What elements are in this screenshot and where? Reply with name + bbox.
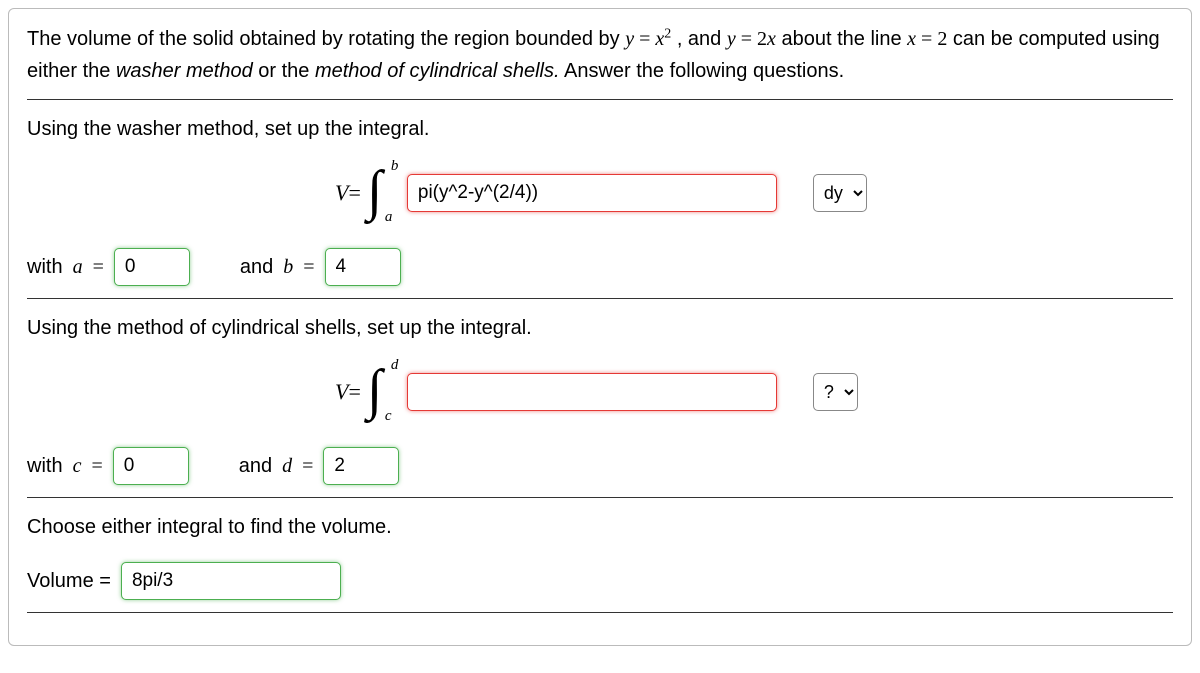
text: Answer the following questions. (564, 60, 844, 82)
limit-d-input[interactable] (323, 447, 399, 485)
equals: = (348, 180, 360, 206)
math-var: x (767, 28, 776, 50)
shells-differential-select[interactable]: ? (813, 373, 858, 411)
math-op: = (916, 28, 937, 50)
text: , and (677, 28, 727, 50)
limit-b-input[interactable] (325, 248, 401, 286)
problem-statement: The volume of the solid obtained by rota… (27, 23, 1173, 87)
lower-limit: a (385, 209, 393, 226)
volume-label: Volume = (27, 570, 111, 593)
math-op: = (736, 28, 757, 50)
limit-c-input[interactable] (113, 447, 189, 485)
method-shells-label: method of cylindrical shells. (315, 60, 560, 82)
text: with (27, 256, 63, 279)
equals: = (91, 455, 102, 478)
integral-symbol: ∫ b a (367, 164, 395, 222)
shells-integral-row: V = ∫ d c ? (27, 363, 1173, 421)
shells-heading: Using the method of cylindrical shells, … (27, 313, 1173, 343)
volume-symbol: V (335, 180, 348, 206)
question-panel: The volume of the solid obtained by rota… (8, 8, 1192, 646)
divider (27, 298, 1173, 299)
equals: = (303, 256, 314, 279)
math-var: x (907, 28, 916, 50)
math-var: x (655, 28, 664, 50)
divider (27, 99, 1173, 100)
washer-heading: Using the washer method, set up the inte… (27, 114, 1173, 144)
equals: = (302, 455, 313, 478)
math-num: 2 (937, 28, 947, 50)
washer-differential-select[interactable]: dy (813, 174, 867, 212)
integral-symbol: ∫ d c (367, 363, 395, 421)
text: about the line (781, 28, 907, 50)
math-op: = (634, 28, 655, 50)
divider (27, 497, 1173, 498)
upper-limit: b (391, 158, 399, 175)
divider (27, 612, 1173, 613)
limit-c-symbol: c (73, 455, 82, 478)
washer-integrand-input[interactable] (407, 174, 777, 212)
shells-limits-row: with c = and d = (27, 447, 1173, 485)
shells-integrand-input[interactable] (407, 373, 777, 411)
volume-input[interactable] (121, 562, 341, 600)
limit-a-input[interactable] (114, 248, 190, 286)
washer-integral-row: V = ∫ b a dy (27, 164, 1173, 222)
math-var: y (727, 28, 736, 50)
math-var: y (625, 28, 634, 50)
volume-symbol: V (335, 379, 348, 405)
upper-limit: d (391, 357, 399, 374)
washer-limits-row: with a = and b = (27, 248, 1173, 286)
text: or the (258, 60, 315, 82)
limit-a-symbol: a (73, 256, 83, 279)
text: The volume of the solid obtained by rota… (27, 28, 625, 50)
volume-row: Volume = (27, 562, 1173, 600)
method-washer-label: washer method (116, 60, 253, 82)
volume-heading: Choose either integral to find the volum… (27, 512, 1173, 542)
text: with (27, 455, 63, 478)
text: and (239, 455, 272, 478)
math-num: 2 (757, 28, 767, 50)
math-exp: 2 (664, 26, 671, 41)
equals: = (348, 379, 360, 405)
equals: = (93, 256, 104, 279)
lower-limit: c (385, 408, 392, 425)
text: and (240, 256, 273, 279)
limit-d-symbol: d (282, 455, 292, 478)
limit-b-symbol: b (283, 256, 293, 279)
